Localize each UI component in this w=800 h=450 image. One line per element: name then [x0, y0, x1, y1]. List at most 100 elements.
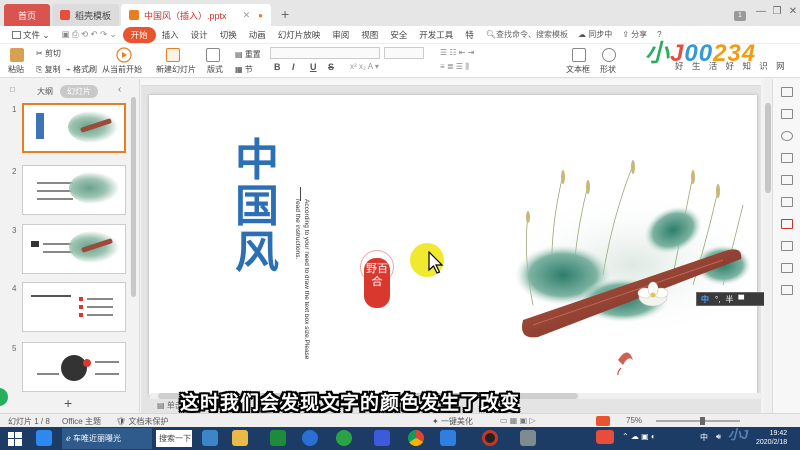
- menu-transition[interactable]: 切换: [214, 29, 243, 41]
- tab-document[interactable]: 中国风（插入）.pptx ✕ ●: [121, 4, 272, 26]
- from-current-button[interactable]: 从当前开始: [102, 64, 142, 75]
- file-explorer-icon[interactable]: [232, 430, 248, 446]
- sync-status[interactable]: ☁ 同步中: [578, 29, 612, 40]
- zoom-level[interactable]: 75%: [626, 416, 642, 425]
- wechat-icon[interactable]: [336, 430, 352, 446]
- ie-browser-icon[interactable]: [36, 430, 52, 446]
- sidebar-animation-icon[interactable]: [781, 153, 793, 163]
- vertical-scrollbar[interactable]: [764, 79, 772, 413]
- layout-button[interactable]: 版式: [207, 64, 223, 75]
- play-icon[interactable]: [116, 47, 132, 65]
- zoom-slider-knob[interactable]: [700, 417, 705, 425]
- doc-protection[interactable]: 🛡︎ 文档未保护: [116, 416, 168, 427]
- taskbar-search-box[interactable]: 搜索一下: [156, 430, 192, 447]
- copy-button[interactable]: ⎘ 复制: [36, 64, 61, 75]
- underline-button[interactable]: U: [310, 62, 317, 72]
- layout-icon[interactable]: [206, 48, 220, 64]
- menu-design[interactable]: 设计: [185, 29, 214, 41]
- app-green-icon[interactable]: [270, 430, 286, 446]
- slide-vertical-caption[interactable]: According to your need to draw the text …: [293, 199, 311, 369]
- tray-icons[interactable]: ⌃ ☁ ▣ ◐: [622, 432, 656, 441]
- font-effects-group[interactable]: x² x₂ A ▾: [350, 62, 379, 71]
- textbox-button[interactable]: 文本框: [566, 64, 590, 75]
- panel-minimize-icon[interactable]: ‹: [118, 84, 121, 95]
- red-seal-stamp[interactable]: 野百合: [364, 258, 390, 308]
- tab-close-icon[interactable]: ✕: [243, 10, 251, 21]
- minimize-icon[interactable]: —: [754, 5, 768, 19]
- paste-button[interactable]: [10, 48, 24, 64]
- view-buttons[interactable]: ▭ ▦ ▣ ▷: [500, 416, 536, 425]
- tray-ime[interactable]: 中: [700, 432, 708, 443]
- section-button[interactable]: ▦ 节: [235, 64, 253, 75]
- slide-thumbnail-4[interactable]: [22, 282, 126, 332]
- scroll-thumb[interactable]: [765, 103, 771, 193]
- textbox-icon[interactable]: [572, 48, 586, 64]
- sidebar-format-icon[interactable]: [781, 197, 793, 207]
- sidebar-table-icon[interactable]: [781, 175, 793, 185]
- new-slide-button[interactable]: 新建幻灯片: [156, 64, 196, 75]
- tray-volume-icon[interactable]: 🔊︎: [716, 432, 721, 442]
- slide-thumbnail-5[interactable]: [22, 342, 126, 392]
- shape-button[interactable]: 形状: [600, 64, 616, 75]
- tab-outline[interactable]: 大纲: [30, 85, 60, 98]
- tray-video-icon[interactable]: [596, 430, 614, 444]
- wps-writer-icon[interactable]: [374, 430, 390, 446]
- shape-icon[interactable]: [602, 48, 616, 64]
- tab-template[interactable]: 稻壳模板: [52, 4, 120, 26]
- paragraph-group[interactable]: ☰ ☷ ⇤ ⇥: [440, 48, 474, 57]
- panel-collapse-icon[interactable]: □: [10, 85, 15, 94]
- panel-scrollbar[interactable]: [131, 97, 136, 297]
- lotus-painting[interactable]: [493, 155, 757, 375]
- menu-file[interactable]: 文件 ⌄: [6, 29, 56, 41]
- new-slide-icon[interactable]: [166, 48, 180, 64]
- sidebar-select-icon[interactable]: [781, 87, 793, 97]
- cut-button[interactable]: ✂ 剪切: [36, 48, 61, 59]
- current-slide[interactable]: 中国风 According to your need to draw the t…: [149, 95, 757, 395]
- tab-home[interactable]: 首页: [4, 4, 50, 26]
- italic-button[interactable]: I: [292, 62, 295, 72]
- add-slide-button[interactable]: +: [64, 395, 72, 411]
- menu-start[interactable]: 开始: [122, 26, 156, 43]
- app-blue-icon[interactable]: [440, 430, 456, 446]
- font-size-select[interactable]: [384, 47, 424, 59]
- quick-access-toolbar[interactable]: ▣ ⎙ ⟲ ↶ ↷ ⌄: [56, 29, 123, 40]
- system-clock[interactable]: 19:42 2020/2/18: [756, 429, 787, 447]
- share-button[interactable]: ⇪ 分享: [622, 29, 647, 40]
- baidu-netdisk-icon[interactable]: [302, 430, 318, 446]
- screen-record-icon[interactable]: [482, 430, 498, 446]
- slide-thumbnail-1[interactable]: [22, 103, 126, 153]
- font-name-select[interactable]: [270, 47, 380, 59]
- strike-button[interactable]: S: [328, 62, 334, 72]
- menu-animation[interactable]: 动画: [243, 29, 272, 41]
- tab-slides[interactable]: 幻灯片: [60, 85, 98, 98]
- beautify-button[interactable]: ✦ 一键美化: [432, 416, 473, 427]
- menu-view[interactable]: 视图: [355, 29, 384, 41]
- chrome-icon[interactable]: [408, 430, 424, 446]
- sidebar-backup-icon[interactable]: [781, 263, 793, 273]
- sidebar-help-icon[interactable]: [781, 285, 793, 295]
- windows-icon[interactable]: [202, 430, 218, 446]
- notification-badge[interactable]: 1: [734, 11, 746, 21]
- slide-thumbnail-3[interactable]: [22, 224, 126, 274]
- sidebar-chart-icon[interactable]: [781, 241, 793, 251]
- sidebar-record-icon[interactable]: [781, 219, 793, 229]
- bold-button[interactable]: B: [274, 62, 281, 72]
- format-painter-button[interactable]: ⌁ 格式刷: [66, 64, 97, 75]
- sidebar-shape-icon[interactable]: [781, 131, 793, 141]
- menu-review[interactable]: 审阅: [326, 29, 355, 41]
- menu-security[interactable]: 安全: [384, 29, 413, 41]
- ime-toolbar[interactable]: 中 °, 半 ▀: [696, 292, 766, 306]
- taskbar-ie-window[interactable]: ℯ 车唯近丽曝光: [62, 428, 152, 449]
- slide-thumbnail-2[interactable]: [22, 165, 126, 215]
- command-search[interactable]: 🔍︎ 查找命令、搜索模板: [486, 29, 568, 40]
- menu-devtools[interactable]: 开发工具: [413, 29, 459, 41]
- menu-insert[interactable]: 插入: [156, 29, 185, 41]
- alignment-group[interactable]: ≡ ≣ ☰ ⫼: [440, 62, 469, 72]
- windows-start-icon[interactable]: [0, 427, 30, 450]
- play-slideshow-button[interactable]: [596, 416, 610, 426]
- maximize-icon[interactable]: ❐: [770, 5, 784, 19]
- new-tab-button[interactable]: +: [273, 6, 297, 26]
- menu-special[interactable]: 特: [459, 29, 480, 41]
- menu-slideshow[interactable]: 幻灯片放映: [272, 29, 327, 41]
- app-gray-icon[interactable]: [520, 430, 536, 446]
